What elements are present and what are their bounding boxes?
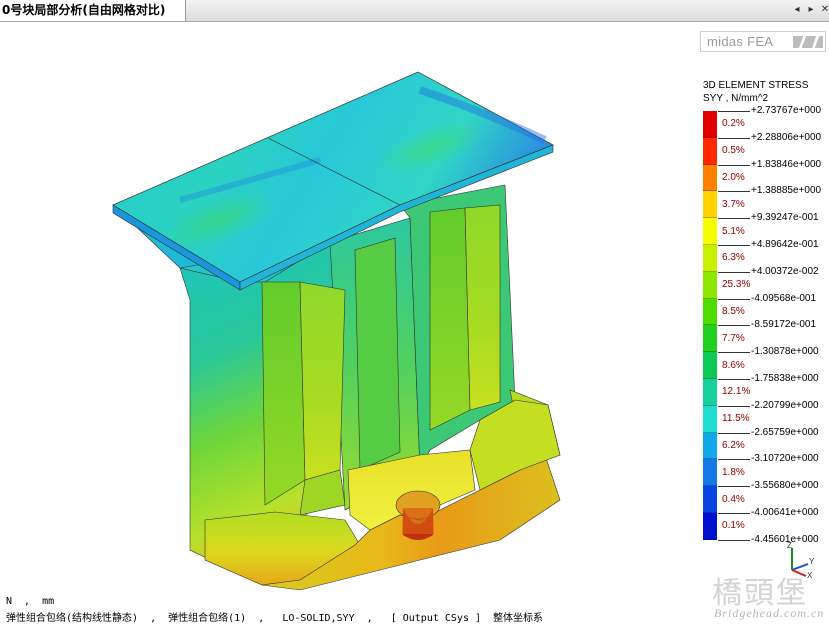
legend-swatch bbox=[703, 164, 717, 192]
axis-triad-icon: Z Y X bbox=[787, 541, 815, 580]
legend-percent: 8.5% bbox=[722, 306, 745, 317]
logo-mark-icon bbox=[793, 36, 823, 48]
legend-percent: 0.1% bbox=[722, 520, 745, 532]
legend-tick bbox=[718, 432, 750, 434]
legend-percent: 0.4% bbox=[722, 493, 745, 505]
legend-swatch bbox=[703, 405, 717, 433]
legend-value: -3.10720e+000 bbox=[751, 453, 819, 465]
legend-value: -1.30878e+000 bbox=[751, 346, 819, 358]
legend-value: +2.73767e+000 bbox=[751, 105, 822, 116]
legend-tick bbox=[718, 379, 750, 380]
legend-value: +1.38885e+000 bbox=[751, 185, 822, 197]
legend-title: 3D ELEMENT STRESS bbox=[703, 80, 809, 91]
document-tab-bar: 0号块局部分析(自由网格对比) ◂ ▸ ✕ bbox=[0, 0, 829, 22]
legend-swatch bbox=[703, 298, 717, 326]
legend-percent: 11.5% bbox=[722, 413, 750, 425]
fea-model-view[interactable] bbox=[0, 22, 700, 592]
legend-swatch bbox=[703, 111, 717, 138]
legend-swatch bbox=[703, 352, 717, 379]
legend-swatch bbox=[703, 432, 717, 460]
legend-tick bbox=[718, 513, 750, 514]
legend-percent: 12.1% bbox=[722, 386, 751, 398]
legend-percent: 7.7% bbox=[722, 332, 745, 344]
legend-percent: 6.2% bbox=[722, 440, 745, 451]
legend-tick bbox=[718, 325, 750, 327]
legend-value: +4.89642e-001 bbox=[751, 239, 819, 250]
legend-value: +4.00372e-002 bbox=[751, 265, 819, 277]
legend-tick bbox=[718, 164, 750, 166]
legend-swatch bbox=[703, 379, 717, 406]
axis-y-label: Y bbox=[809, 557, 815, 566]
legend-tick bbox=[718, 539, 750, 541]
legend-percent: 0.5% bbox=[722, 145, 745, 157]
legend-value: -4.09568e-001 bbox=[751, 292, 817, 304]
legend-tick bbox=[718, 486, 750, 488]
legend-percent: 6.3% bbox=[722, 252, 745, 264]
logo-text: midas FEA bbox=[707, 34, 774, 49]
legend-swatch bbox=[703, 486, 717, 513]
legend-value: -4.00641e+000 bbox=[751, 507, 819, 518]
axis-z-label: Z bbox=[787, 541, 792, 550]
tab-model-view[interactable]: 0号块局部分析(自由网格对比) bbox=[0, 0, 186, 21]
legend-value: +9.39247e-001 bbox=[751, 212, 819, 224]
legend-value: -3.55680e+000 bbox=[751, 480, 819, 492]
legend-tick bbox=[718, 298, 750, 300]
legend-tick bbox=[718, 191, 750, 193]
legend-value: -8.59172e-001 bbox=[751, 319, 817, 331]
legend-tick bbox=[718, 218, 750, 220]
legend-percent: 2.0% bbox=[722, 172, 745, 183]
legend-percent: 5.1% bbox=[722, 225, 745, 237]
legend-value: -1.75838e+000 bbox=[751, 373, 819, 384]
midas-fea-logo: midas FEA bbox=[700, 31, 826, 52]
legend-tick bbox=[718, 459, 750, 461]
tab-next-icon[interactable]: ▸ bbox=[804, 3, 818, 17]
tab-prev-icon[interactable]: ◂ bbox=[790, 3, 804, 17]
legend-tick bbox=[718, 271, 750, 273]
legend-percent: 8.6% bbox=[722, 359, 745, 371]
axis-x-label: X bbox=[807, 571, 813, 580]
legend-value: +2.28806e+000 bbox=[751, 131, 822, 143]
status-units: N , mm bbox=[6, 596, 55, 607]
status-load-case: 弹性组合包络(结构线性静态) , 弹性组合包络(1) , LO-SOLID,SY… bbox=[6, 613, 544, 624]
legend-percent: 3.7% bbox=[722, 198, 745, 210]
legend-swatch bbox=[703, 218, 717, 245]
legend-swatch bbox=[703, 245, 717, 272]
close-icon[interactable]: ✕ bbox=[818, 3, 829, 17]
legend-value: -2.20799e+000 bbox=[751, 399, 819, 411]
legend-swatch bbox=[703, 325, 717, 353]
legend-swatch bbox=[703, 459, 717, 487]
legend-percent: 1.8% bbox=[722, 466, 745, 478]
legend-percent: 25.3% bbox=[722, 279, 751, 291]
legend-value: -2.65759e+000 bbox=[751, 426, 819, 438]
legend-tick bbox=[718, 405, 750, 407]
legend-percent: 0.2% bbox=[722, 118, 745, 130]
legend-swatch bbox=[703, 137, 717, 165]
legend-tick bbox=[718, 352, 750, 354]
watermark-url: Bridgehead.com.cn bbox=[714, 606, 825, 620]
legend-tick bbox=[718, 111, 750, 112]
legend-subtitle: SYY , N/mm^2 bbox=[703, 93, 769, 104]
legend-tick bbox=[718, 245, 750, 246]
legend-swatch bbox=[703, 191, 717, 219]
legend-value: +1.83846e+000 bbox=[751, 158, 822, 170]
legend-tick bbox=[718, 137, 750, 139]
legend-swatch bbox=[703, 513, 717, 540]
legend-swatch bbox=[703, 271, 717, 299]
